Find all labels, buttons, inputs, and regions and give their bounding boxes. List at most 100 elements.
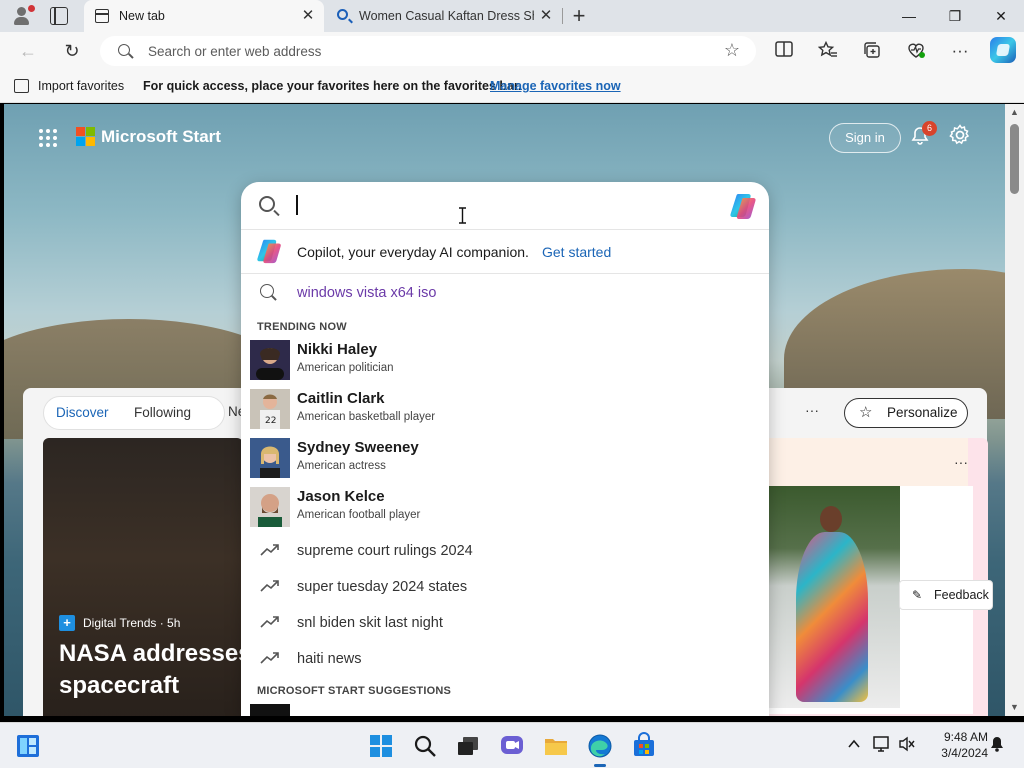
tab-label: Women Casual Kaftan Dress Sho [359, 9, 534, 23]
news-card[interactable]: + Digital Trends · 5h NASA addresses spa… [43, 438, 252, 716]
import-favorites-button[interactable]: Import favorites [38, 79, 124, 93]
trending-query-text: haiti news [297, 651, 362, 667]
trending-query[interactable]: super tuesday 2024 states [241, 570, 769, 606]
feed-more-button[interactable]: ··· [805, 402, 819, 418]
import-favorites-icon[interactable] [14, 79, 29, 93]
entity-suggestion[interactable]: 22 Caitlin Clark American basketball pla… [250, 387, 760, 431]
app-launcher-icon[interactable] [39, 129, 57, 147]
entity-suggestion[interactable]: Nikki Haley American politician [250, 338, 760, 382]
tray-chevron-icon[interactable] [846, 736, 862, 752]
notification-center-icon[interactable] [988, 735, 1006, 753]
brand-title[interactable]: Microsoft Start [101, 127, 221, 147]
search-icon [118, 44, 130, 56]
edge-running-indicator [594, 764, 606, 767]
entity-name: Nikki Haley [297, 341, 378, 358]
history-suggestion[interactable]: windows vista x64 iso [297, 285, 436, 301]
clock[interactable]: 9:48 AM 3/4/2024 [918, 729, 988, 761]
suggestion-thumbnail[interactable] [250, 704, 290, 716]
entity-name: Sydney Sweeney [297, 439, 419, 456]
copilot-icon[interactable] [256, 237, 284, 265]
trending-arrow-icon [260, 544, 279, 556]
entity-description: American politician [297, 362, 394, 374]
trending-header: TRENDING NOW [257, 321, 347, 333]
tab-close-icon[interactable]: ✕ [538, 8, 554, 24]
entity-description: American actress [297, 460, 386, 472]
browser-toolbar: ← ↻ Search or enter web address ☆ ··· [0, 32, 1024, 70]
trending-arrow-icon [260, 616, 279, 628]
card-more-button[interactable]: ··· [954, 454, 968, 470]
search-icon[interactable] [411, 732, 439, 760]
store-icon[interactable] [630, 732, 658, 760]
refresh-button[interactable]: ↻ [62, 41, 82, 61]
entity-name: Caitlin Clark [297, 390, 385, 407]
tab-label: New tab [119, 9, 165, 23]
trending-query[interactable]: haiti news [241, 642, 769, 678]
restore-button[interactable]: ❐ [932, 0, 978, 32]
copilot-icon[interactable] [990, 37, 1016, 63]
tab-close-icon[interactable]: ✕ [300, 8, 316, 24]
page-scrollbar[interactable]: ▲ ▼ [1005, 104, 1024, 716]
more-icon[interactable]: ··· [950, 41, 970, 61]
entity-suggestion[interactable]: Jason Kelce American football player [250, 485, 760, 529]
favorites-bar-message: For quick access, place your favorites h… [143, 79, 522, 93]
address-bar[interactable]: Search or enter web address ☆ [100, 36, 756, 66]
task-view-icon[interactable] [454, 732, 482, 760]
feedback-icon: ✎ [912, 588, 923, 602]
entity-description: American basketball player [297, 411, 436, 423]
trending-query[interactable]: supreme court rulings 2024 [241, 534, 769, 570]
tab-kaftan-search[interactable]: Women Casual Kaftan Dress Sho ✕ [326, 0, 562, 32]
edge-icon[interactable] [586, 732, 614, 760]
scroll-down-icon[interactable]: ▼ [1009, 702, 1020, 713]
widgets-icon[interactable] [14, 732, 42, 760]
card-source: Digital Trends · 5h [83, 616, 181, 630]
feedback-button[interactable]: ✎ Feedback [899, 580, 993, 610]
profile-icon[interactable] [8, 4, 36, 28]
trending-query[interactable]: snl biden skit last night [241, 606, 769, 642]
favorite-star-icon[interactable]: ☆ [724, 40, 740, 61]
copilot-icon[interactable] [729, 192, 759, 220]
entity-suggestion[interactable]: Sydney Sweeney American actress [250, 436, 760, 480]
minimize-button[interactable]: — [886, 0, 932, 32]
search-icon [259, 196, 275, 212]
settings-gear-icon[interactable] [948, 124, 972, 148]
microsoft-logo-icon [76, 127, 96, 147]
network-icon[interactable] [872, 735, 892, 753]
back-button[interactable]: ← [18, 41, 38, 61]
favorites-icon[interactable] [817, 40, 838, 61]
tab-separator [562, 8, 563, 24]
tab-discover[interactable]: Discover [56, 405, 109, 420]
manage-favorites-link[interactable]: Manage favorites now [490, 79, 621, 93]
browser-essentials-icon[interactable] [906, 41, 926, 61]
title-bar: New tab ✕ Women Casual Kaftan Dress Sho … [0, 0, 1024, 32]
svg-text:22: 22 [265, 416, 276, 426]
web-search-input[interactable] [293, 192, 713, 218]
personalize-button[interactable]: ☆ Personalize [844, 398, 968, 428]
new-tab-button[interactable]: + [568, 5, 590, 27]
favorites-bar: Import favorites For quick access, place… [0, 70, 1024, 103]
personalize-sparkle-icon: ☆ [859, 404, 873, 421]
volume-muted-icon[interactable] [897, 735, 917, 753]
suggestions-header: MICROSOFT START SUGGESTIONS [257, 685, 452, 697]
taskbar: 9:48 AM 3/4/2024 [0, 722, 1024, 768]
chat-icon[interactable] [498, 732, 526, 760]
digital-trends-logo-icon: + [59, 615, 75, 631]
shopping-card[interactable]: ··· [768, 438, 988, 716]
entity-name: Jason Kelce [297, 488, 385, 505]
tab-new-tab[interactable]: New tab ✕ [84, 0, 324, 32]
scrollbar-thumb[interactable] [1010, 124, 1019, 194]
copilot-get-started-link[interactable]: Get started [542, 244, 611, 260]
trending-arrow-icon [260, 652, 279, 664]
trending-arrow-icon [260, 580, 279, 592]
split-screen-icon[interactable] [774, 41, 794, 61]
close-window-button[interactable]: ✕ [978, 0, 1024, 32]
sign-in-button[interactable]: Sign in [829, 123, 901, 153]
search-favicon-icon [337, 9, 348, 20]
scroll-up-icon[interactable]: ▲ [1009, 107, 1020, 118]
file-explorer-icon[interactable] [542, 732, 570, 760]
tab-following[interactable]: Following [134, 405, 191, 420]
divider [241, 229, 769, 230]
start-icon[interactable] [367, 732, 395, 760]
collections-icon[interactable] [862, 41, 882, 61]
tab-actions-icon[interactable] [50, 7, 68, 25]
new-tab-page-icon [95, 9, 109, 23]
